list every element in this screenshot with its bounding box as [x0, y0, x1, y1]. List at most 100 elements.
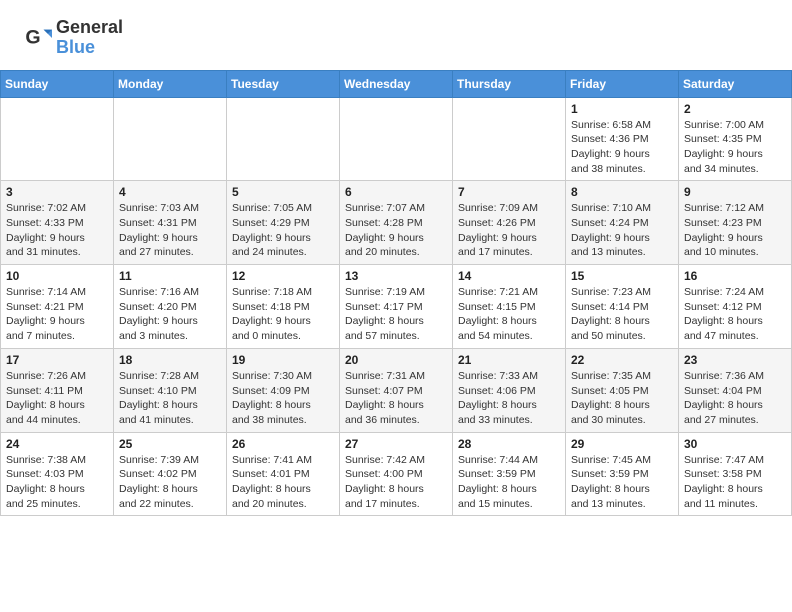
calendar-cell: 21Sunrise: 7:33 AM Sunset: 4:06 PM Dayli…: [453, 348, 566, 432]
col-header-saturday: Saturday: [679, 70, 792, 97]
calendar-cell: 9 Sunrise: 7:12 AM Sunset: 4:23 PM Daylig…: [679, 181, 792, 265]
day-info: Sunrise: 7:28 AM Sunset: 4:10 PM Dayligh…: [119, 369, 221, 428]
calendar-cell: 29 Sunrise: 7:45 AM Sunset: 3:59 PM Dayli…: [566, 432, 679, 516]
day-number: 16: [684, 269, 786, 283]
day-number: 20: [345, 353, 447, 367]
day-number: 28: [458, 437, 560, 451]
calendar-cell: 1 Sunrise: 6:58 AM Sunset: 4:36 PM Daylig…: [566, 97, 679, 181]
day-number: 29: [571, 437, 673, 451]
day-number: 4: [119, 185, 221, 199]
calendar-cell: 16 Sunrise: 7:24 AM Sunset: 4:12 PM Dayli…: [679, 265, 792, 349]
calendar-cell: 10 Sunrise: 7:14 AM Sunset: 4:21 PM Dayli…: [1, 265, 114, 349]
calendar-cell: 15Sunrise: 7:23 AM Sunset: 4:14 PM Dayli…: [566, 265, 679, 349]
calendar-cell: 14 Sunrise: 7:21 AM Sunset: 4:15 PM Dayli…: [453, 265, 566, 349]
calendar-cell: [1, 97, 114, 181]
day-number: 3: [6, 185, 108, 199]
calendar-cell: 13Sunrise: 7:19 AM Sunset: 4:17 PM Dayli…: [340, 265, 453, 349]
calendar-cell: 8 Sunrise: 7:10 AM Sunset: 4:24 PM Daylig…: [566, 181, 679, 265]
calendar-cell: [227, 97, 340, 181]
day-info: Sunrise: 7:42 AM Sunset: 4:00 PM Dayligh…: [345, 453, 447, 512]
day-info: Sunrise: 7:18 AM Sunset: 4:18 PM Dayligh…: [232, 285, 334, 344]
calendar-cell: [453, 97, 566, 181]
day-info: Sunrise: 6:58 AM Sunset: 4:36 PM Dayligh…: [571, 118, 673, 177]
calendar-week-row: 10 Sunrise: 7:14 AM Sunset: 4:21 PM Dayli…: [1, 265, 792, 349]
calendar-cell: 17 Sunrise: 7:26 AM Sunset: 4:11 PM Dayli…: [1, 348, 114, 432]
calendar-cell: 12Sunrise: 7:18 AM Sunset: 4:18 PM Dayli…: [227, 265, 340, 349]
day-info: Sunrise: 7:14 AM Sunset: 4:21 PM Dayligh…: [6, 285, 108, 344]
day-number: 7: [458, 185, 560, 199]
day-number: 22: [571, 353, 673, 367]
col-header-friday: Friday: [566, 70, 679, 97]
calendar-cell: [114, 97, 227, 181]
day-number: 21: [458, 353, 560, 367]
day-info: Sunrise: 7:31 AM Sunset: 4:07 PM Dayligh…: [345, 369, 447, 428]
day-info: Sunrise: 7:10 AM Sunset: 4:24 PM Dayligh…: [571, 201, 673, 260]
day-info: Sunrise: 7:39 AM Sunset: 4:02 PM Dayligh…: [119, 453, 221, 512]
day-number: 17: [6, 353, 108, 367]
day-number: 6: [345, 185, 447, 199]
col-header-tuesday: Tuesday: [227, 70, 340, 97]
day-number: 25: [119, 437, 221, 451]
day-info: Sunrise: 7:21 AM Sunset: 4:15 PM Dayligh…: [458, 285, 560, 344]
page-header: G GeneralBlue: [0, 0, 792, 66]
calendar-table: SundayMondayTuesdayWednesdayThursdayFrid…: [0, 70, 792, 517]
day-info: Sunrise: 7:12 AM Sunset: 4:23 PM Dayligh…: [684, 201, 786, 260]
day-info: Sunrise: 7:07 AM Sunset: 4:28 PM Dayligh…: [345, 201, 447, 260]
day-info: Sunrise: 7:05 AM Sunset: 4:29 PM Dayligh…: [232, 201, 334, 260]
day-info: Sunrise: 7:45 AM Sunset: 3:59 PM Dayligh…: [571, 453, 673, 512]
calendar-cell: 26 Sunrise: 7:41 AM Sunset: 4:01 PM Dayli…: [227, 432, 340, 516]
day-info: Sunrise: 7:24 AM Sunset: 4:12 PM Dayligh…: [684, 285, 786, 344]
day-number: 13: [345, 269, 447, 283]
day-number: 24: [6, 437, 108, 451]
calendar-cell: 30 Sunrise: 7:47 AM Sunset: 3:58 PM Dayli…: [679, 432, 792, 516]
calendar-cell: 20 Sunrise: 7:31 AM Sunset: 4:07 PM Dayli…: [340, 348, 453, 432]
calendar-week-row: 1 Sunrise: 6:58 AM Sunset: 4:36 PM Daylig…: [1, 97, 792, 181]
calendar-cell: 5Sunrise: 7:05 AM Sunset: 4:29 PM Daylig…: [227, 181, 340, 265]
day-number: 19: [232, 353, 334, 367]
calendar-week-row: 17 Sunrise: 7:26 AM Sunset: 4:11 PM Dayli…: [1, 348, 792, 432]
day-info: Sunrise: 7:36 AM Sunset: 4:04 PM Dayligh…: [684, 369, 786, 428]
day-number: 11: [119, 269, 221, 283]
calendar-cell: 11 Sunrise: 7:16 AM Sunset: 4:20 PM Dayli…: [114, 265, 227, 349]
calendar-cell: 3 Sunrise: 7:02 AM Sunset: 4:33 PM Daylig…: [1, 181, 114, 265]
calendar-week-row: 24 Sunrise: 7:38 AM Sunset: 4:03 PM Dayli…: [1, 432, 792, 516]
day-info: Sunrise: 7:16 AM Sunset: 4:20 PM Dayligh…: [119, 285, 221, 344]
day-info: Sunrise: 7:26 AM Sunset: 4:11 PM Dayligh…: [6, 369, 108, 428]
col-header-sunday: Sunday: [1, 70, 114, 97]
calendar-cell: 25 Sunrise: 7:39 AM Sunset: 4:02 PM Dayli…: [114, 432, 227, 516]
calendar-cell: 4 Sunrise: 7:03 AM Sunset: 4:31 PM Daylig…: [114, 181, 227, 265]
day-number: 2: [684, 102, 786, 116]
day-number: 14: [458, 269, 560, 283]
day-number: 26: [232, 437, 334, 451]
logo-icon: G: [24, 24, 52, 52]
calendar-cell: 18 Sunrise: 7:28 AM Sunset: 4:10 PM Dayli…: [114, 348, 227, 432]
day-info: Sunrise: 7:38 AM Sunset: 4:03 PM Dayligh…: [6, 453, 108, 512]
logo: G GeneralBlue: [24, 18, 123, 58]
logo-text: GeneralBlue: [56, 18, 123, 58]
day-info: Sunrise: 7:02 AM Sunset: 4:33 PM Dayligh…: [6, 201, 108, 260]
day-info: Sunrise: 7:30 AM Sunset: 4:09 PM Dayligh…: [232, 369, 334, 428]
day-info: Sunrise: 7:41 AM Sunset: 4:01 PM Dayligh…: [232, 453, 334, 512]
calendar-cell: 24 Sunrise: 7:38 AM Sunset: 4:03 PM Dayli…: [1, 432, 114, 516]
day-number: 1: [571, 102, 673, 116]
day-number: 30: [684, 437, 786, 451]
day-info: Sunrise: 7:44 AM Sunset: 3:59 PM Dayligh…: [458, 453, 560, 512]
day-info: Sunrise: 7:03 AM Sunset: 4:31 PM Dayligh…: [119, 201, 221, 260]
calendar-header-row: SundayMondayTuesdayWednesdayThursdayFrid…: [1, 70, 792, 97]
calendar-week-row: 3 Sunrise: 7:02 AM Sunset: 4:33 PM Daylig…: [1, 181, 792, 265]
calendar-cell: 28 Sunrise: 7:44 AM Sunset: 3:59 PM Dayli…: [453, 432, 566, 516]
day-number: 18: [119, 353, 221, 367]
col-header-monday: Monday: [114, 70, 227, 97]
svg-text:G: G: [25, 26, 40, 48]
day-number: 9: [684, 185, 786, 199]
calendar-cell: 23Sunrise: 7:36 AM Sunset: 4:04 PM Dayli…: [679, 348, 792, 432]
col-header-wednesday: Wednesday: [340, 70, 453, 97]
day-info: Sunrise: 7:47 AM Sunset: 3:58 PM Dayligh…: [684, 453, 786, 512]
day-number: 8: [571, 185, 673, 199]
day-number: 10: [6, 269, 108, 283]
day-number: 27: [345, 437, 447, 451]
col-header-thursday: Thursday: [453, 70, 566, 97]
calendar-cell: 27 Sunrise: 7:42 AM Sunset: 4:00 PM Dayli…: [340, 432, 453, 516]
day-info: Sunrise: 7:23 AM Sunset: 4:14 PM Dayligh…: [571, 285, 673, 344]
calendar-cell: 19 Sunrise: 7:30 AM Sunset: 4:09 PM Dayli…: [227, 348, 340, 432]
